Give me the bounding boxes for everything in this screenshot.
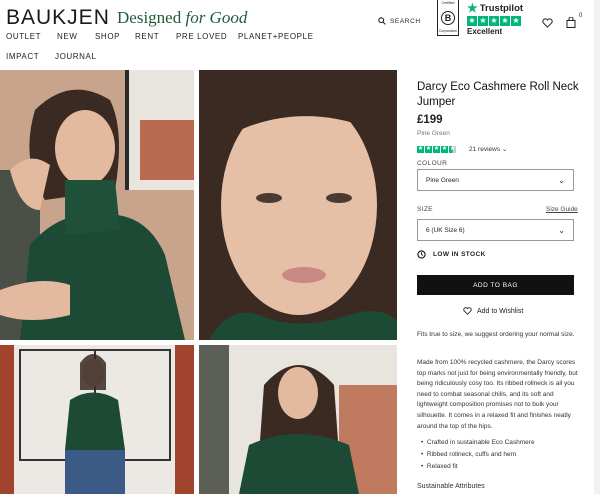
- bcorp-badge: Certified B Corporation: [437, 0, 459, 36]
- star-icon: ★: [511, 16, 521, 26]
- product-color-name: Pine Green: [417, 130, 450, 137]
- star-icon: ★: [489, 16, 499, 26]
- nav-journal[interactable]: JOURNAL: [55, 52, 97, 61]
- heart-icon: [463, 307, 472, 315]
- nav-outlet[interactable]: OUTLET: [6, 32, 41, 41]
- nav-rent[interactable]: RENT: [135, 32, 159, 41]
- chevron-down-icon: ⌄: [558, 175, 565, 185]
- product-title: Darcy Eco Cashmere Roll Neck Jumper: [417, 81, 579, 108]
- star-icon: ★: [425, 146, 432, 153]
- size-label: SIZE: [417, 206, 434, 213]
- clock-icon: [417, 250, 426, 259]
- trustpilot-star-icon: ★: [467, 1, 478, 15]
- nav-shop[interactable]: SHOP: [95, 32, 120, 41]
- trustpilot-badge[interactable]: ★ Trustpilot ★ ★ ★ ★ ★ Excellent: [467, 1, 523, 36]
- feature-bullet: • Crafted in sustainable Eco Cashmere: [421, 439, 535, 446]
- feature-bullet: • Ribbed rollneck, cuffs and hem: [421, 451, 517, 458]
- colour-select[interactable]: Pine Green ⌄: [417, 169, 574, 191]
- nav-planet-people[interactable]: PLANET+PEOPLE: [238, 32, 314, 41]
- star-half-icon: ★: [449, 146, 456, 153]
- colour-label: COLOUR: [417, 160, 448, 167]
- product-description: Made from 100% recycled cashmere, the Da…: [417, 359, 578, 430]
- search-label: SEARCH: [390, 17, 421, 25]
- wishlist-heart-icon[interactable]: [542, 15, 553, 33]
- trustpilot-stars: ★ ★ ★ ★ ★: [467, 16, 523, 26]
- product-price: £199: [417, 114, 443, 126]
- add-to-wishlist-button[interactable]: Add to Wishlist: [463, 307, 523, 315]
- feature-bullet: • Relaxed fit: [421, 463, 458, 470]
- fit-note: Fits true to size, we suggest ordering y…: [417, 331, 575, 338]
- basket-count: 0: [579, 13, 583, 19]
- add-to-bag-button[interactable]: ADD TO BAG: [417, 275, 574, 295]
- review-stars[interactable]: ★ ★ ★ ★ ★: [417, 146, 456, 153]
- search-button[interactable]: SEARCH: [378, 17, 421, 25]
- brand-tagline: Designed for Good: [117, 8, 248, 27]
- product-photo-1[interactable]: [0, 70, 194, 340]
- chevron-down-icon: ⌄: [558, 225, 565, 235]
- product-photo-3[interactable]: [0, 345, 194, 494]
- star-icon: ★: [441, 146, 448, 153]
- star-icon: ★: [478, 16, 488, 26]
- chevron-down-icon: ⌄: [501, 146, 508, 153]
- brand-logo[interactable]: BAUKJEN: [6, 6, 110, 30]
- nav-new[interactable]: NEW: [57, 32, 77, 41]
- star-icon: ★: [433, 146, 440, 153]
- star-icon: ★: [417, 146, 424, 153]
- sustainable-attributes-heading[interactable]: Sustainable Attributes: [417, 483, 485, 490]
- scrollbar[interactable]: [594, 0, 600, 494]
- product-photo-2[interactable]: [199, 70, 397, 340]
- reviews-link[interactable]: 21 reviews ⌄: [469, 145, 507, 153]
- size-select[interactable]: 6 (UK Size 6) ⌄: [417, 219, 574, 241]
- stock-status: LOW IN STOCK: [417, 250, 486, 259]
- product-photo-4[interactable]: [199, 345, 397, 494]
- star-icon: ★: [467, 16, 477, 26]
- search-icon: [378, 17, 386, 25]
- star-icon: ★: [500, 16, 510, 26]
- size-guide-link[interactable]: Size Guide: [546, 206, 578, 213]
- nav-pre-loved[interactable]: PRE LOVED: [176, 32, 227, 41]
- nav-impact[interactable]: IMPACT: [6, 52, 39, 61]
- basket-icon[interactable]: [566, 15, 576, 33]
